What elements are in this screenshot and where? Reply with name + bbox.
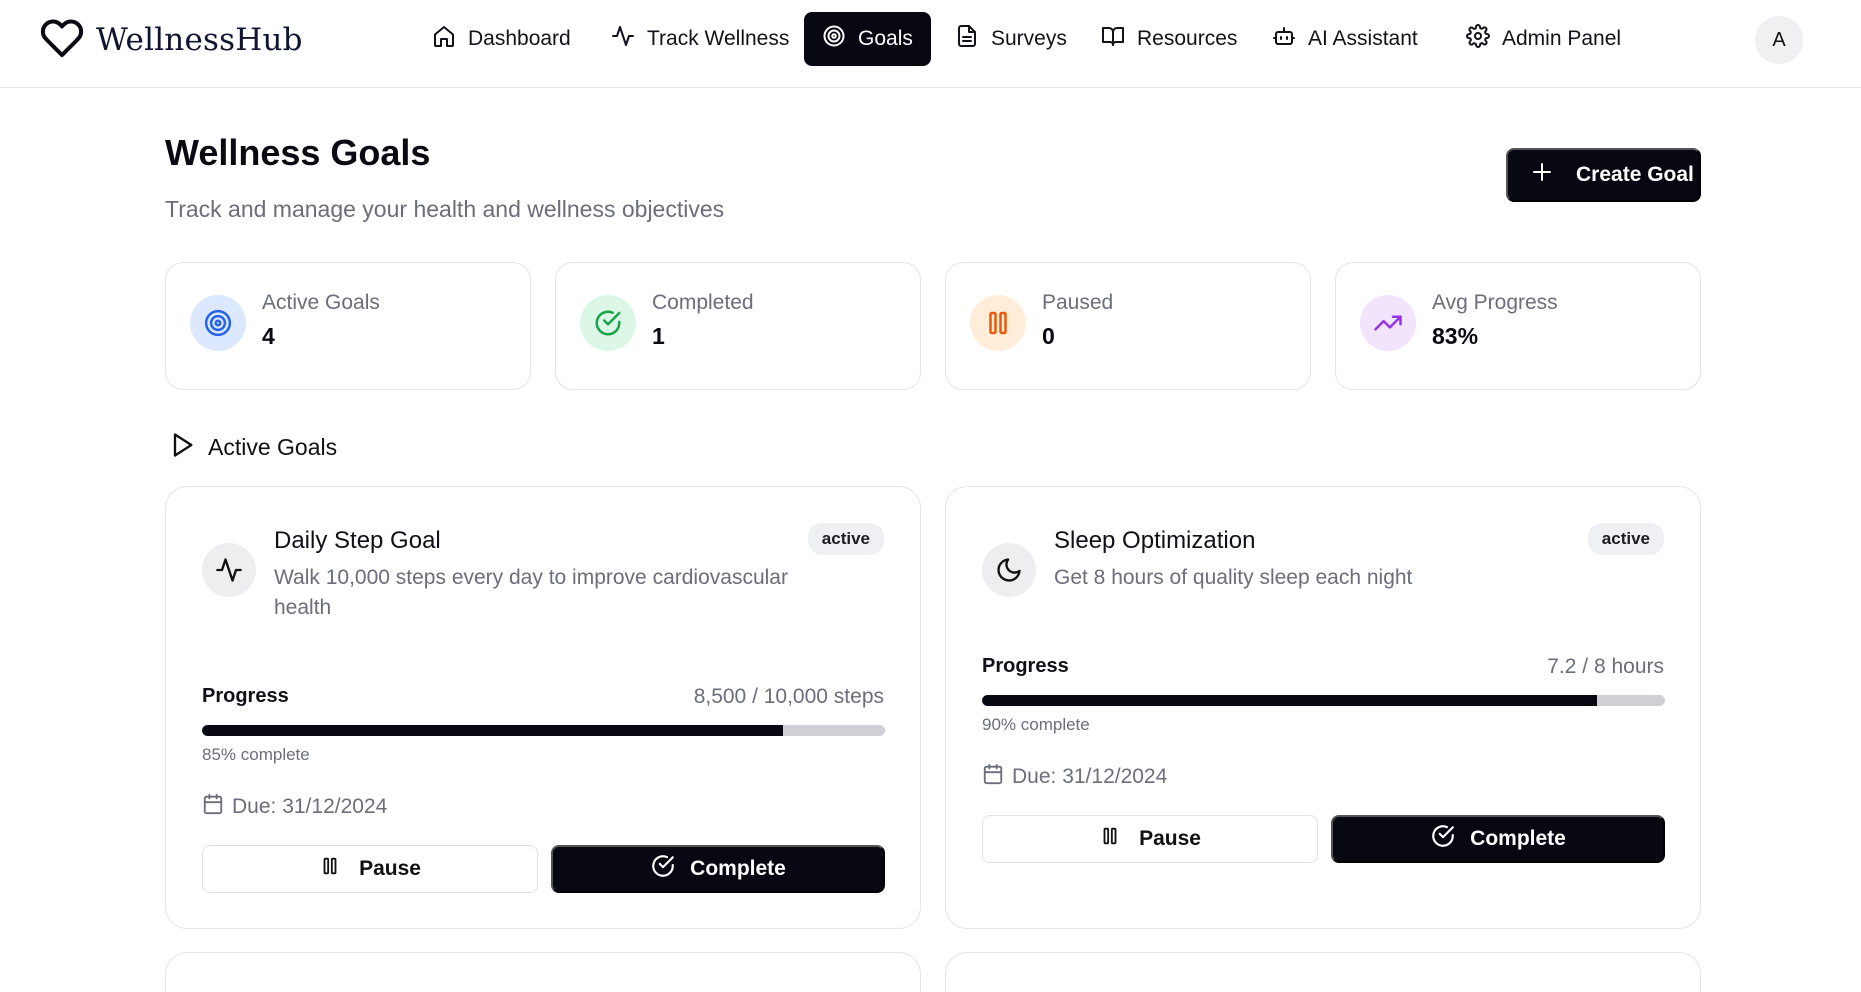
section-title: Active Goals — [208, 434, 338, 460]
nav-resources[interactable]: Resources — [1083, 12, 1255, 66]
status-badge: active — [1587, 523, 1664, 555]
nav-goals[interactable]: Goals — [804, 12, 931, 66]
nav-track-wellness[interactable]: Track Wellness — [593, 12, 807, 66]
due-date: Due: 31/12/2024 — [202, 793, 387, 821]
target-icon — [822, 24, 858, 54]
bot-icon — [1272, 24, 1308, 54]
play-icon — [168, 430, 208, 465]
check-circle-icon — [1430, 823, 1470, 855]
gear-icon — [1466, 24, 1502, 54]
goal-title: Sleep Optimization — [1054, 527, 1256, 554]
nav-label: Surveys — [991, 27, 1067, 50]
top-navigation: WellnessHub Dashboard Track Wellness Goa… — [0, 0, 1861, 88]
book-icon — [1101, 24, 1137, 54]
create-goal-label: Create Goal — [1576, 163, 1694, 186]
calendar-icon — [982, 763, 1012, 791]
complete-label: Complete — [1470, 827, 1566, 850]
heart-icon — [38, 16, 86, 65]
stat-card-active-goals: Active Goals 4 — [165, 262, 531, 390]
moon-icon — [982, 543, 1036, 597]
check-circle-icon — [580, 295, 636, 351]
progress-bar-fill — [202, 725, 783, 736]
status-badge: active — [807, 523, 884, 555]
percent-complete: 90% complete — [982, 715, 1090, 734]
stat-value: 0 — [1042, 323, 1055, 349]
goal-description: Get 8 hours of quality sleep each night — [1054, 566, 1413, 589]
pause-icon — [970, 295, 1026, 351]
stat-label: Paused — [1042, 291, 1114, 314]
due-date-text: Due: 31/12/2024 — [1012, 765, 1168, 788]
target-icon — [190, 295, 246, 351]
page-title: Wellness Goals — [165, 132, 431, 173]
progress-amount: 7.2 / 8 hours — [1547, 655, 1664, 678]
stat-card-completed: Completed 1 — [555, 262, 921, 390]
trending-up-icon — [1360, 295, 1416, 351]
due-date-text: Due: 31/12/2024 — [232, 795, 388, 818]
stat-card-paused: Paused 0 — [945, 262, 1311, 390]
stat-label: Avg Progress — [1432, 291, 1558, 314]
complete-button[interactable]: Complete — [551, 845, 885, 893]
app-name: WellnessHub — [96, 22, 303, 58]
stat-card-avg-progress: Avg Progress 83% — [1335, 262, 1701, 390]
goal-title: Daily Step Goal — [274, 527, 441, 554]
pause-label: Pause — [359, 857, 421, 880]
activity-icon — [202, 543, 256, 597]
progress-bar-fill — [982, 695, 1597, 706]
nav-label: AI Assistant — [1308, 27, 1418, 50]
check-circle-icon — [650, 853, 690, 885]
progress-bar — [202, 725, 885, 736]
pause-label: Pause — [1139, 827, 1201, 850]
document-icon — [955, 24, 991, 54]
due-date: Due: 31/12/2024 — [982, 763, 1167, 791]
stat-label: Active Goals — [262, 291, 380, 314]
activity-icon — [611, 24, 647, 54]
pause-button[interactable]: Pause — [982, 815, 1318, 863]
stat-label: Completed — [652, 291, 754, 314]
stat-value: 1 — [652, 323, 665, 349]
calendar-icon — [202, 793, 232, 821]
plus-icon — [1530, 160, 1576, 190]
nav-label: Admin Panel — [1502, 27, 1622, 50]
goal-card-partial — [165, 952, 921, 992]
nav-ai-assistant[interactable]: AI Assistant — [1254, 12, 1436, 66]
brand[interactable]: WellnessHub — [38, 16, 303, 64]
nav-dashboard[interactable]: Dashboard — [414, 12, 589, 66]
percent-complete: 85% complete — [202, 745, 310, 764]
section-heading-active-goals: Active Goals — [168, 430, 337, 465]
pause-icon — [1099, 824, 1139, 854]
avatar[interactable]: A — [1755, 16, 1803, 64]
nav-label: Resources — [1137, 27, 1238, 50]
page-subtitle: Track and manage your health and wellnes… — [165, 196, 725, 222]
nav-label: Track Wellness — [647, 27, 790, 50]
nav-surveys[interactable]: Surveys — [937, 12, 1085, 66]
nav-admin-panel[interactable]: Admin Panel — [1448, 12, 1639, 66]
stat-value: 83% — [1432, 323, 1479, 349]
pause-button[interactable]: Pause — [202, 845, 538, 893]
complete-button[interactable]: Complete — [1331, 815, 1665, 863]
nav-label: Goals — [858, 27, 913, 50]
goal-description: Walk 10,000 steps every day to improve c… — [274, 566, 788, 619]
goal-card-daily-step-goal: Daily Step Goal Walk 10,000 steps every … — [165, 486, 921, 929]
complete-label: Complete — [690, 857, 786, 880]
progress-amount: 8,500 / 10,000 steps — [693, 685, 884, 708]
progress-label: Progress — [982, 655, 1069, 677]
create-goal-button[interactable]: Create Goal — [1506, 148, 1701, 202]
progress-label: Progress — [202, 685, 289, 707]
home-icon — [432, 24, 468, 54]
goal-card-partial — [945, 952, 1701, 992]
nav-label: Dashboard — [468, 27, 571, 50]
goal-card-sleep-optimization: Sleep Optimization Get 8 hours of qualit… — [945, 486, 1701, 929]
pause-icon — [319, 854, 359, 884]
stat-value: 4 — [262, 323, 275, 349]
progress-bar — [982, 695, 1665, 706]
